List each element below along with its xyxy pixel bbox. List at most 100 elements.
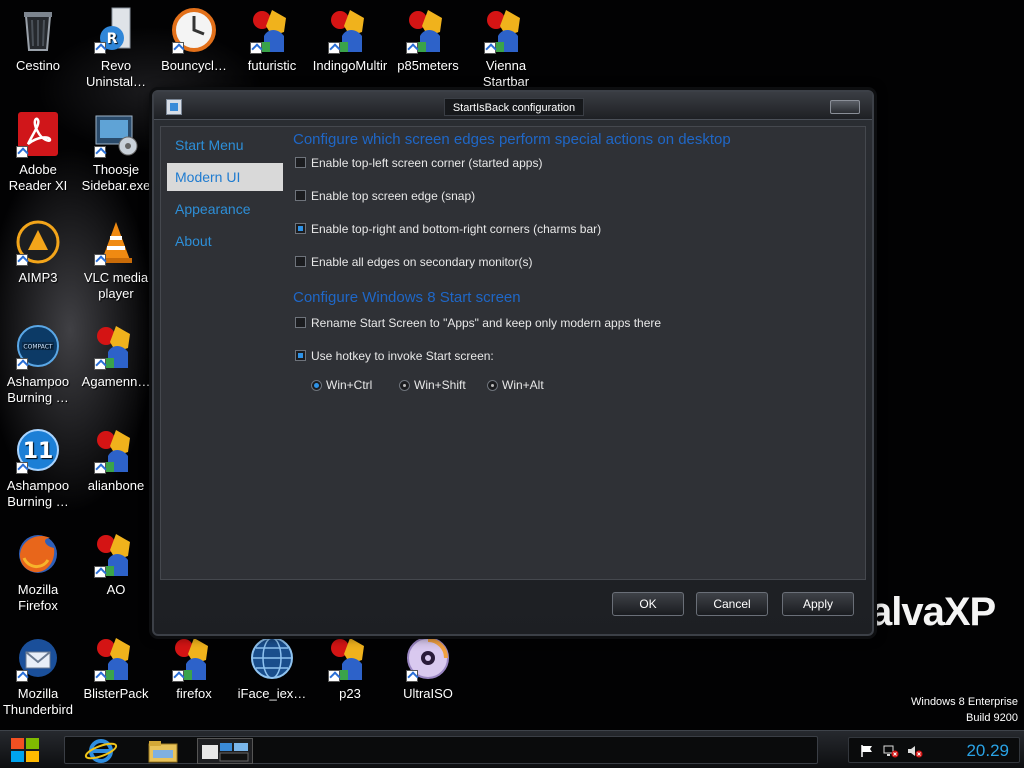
taskbar-apps [64, 736, 818, 764]
option-label: Enable top screen edge (snap) [311, 189, 476, 203]
desktop-icon-aimp3[interactable]: AIMP3 [0, 218, 76, 286]
section-title-start-screen: Configure Windows 8 Start screen [293, 289, 521, 306]
desktop-icon-agamenn[interactable]: Agamenn… [78, 322, 154, 390]
option-label: Rename Start Screen to "Apps" and keep o… [311, 316, 662, 330]
checkbox[interactable] [295, 190, 306, 201]
desktop-icon-label: futuristic [247, 58, 297, 73]
desktop-icon-label: Bouncycl… [161, 58, 227, 73]
cancel-button[interactable]: Cancel [696, 592, 768, 616]
desktop-icon-ashampoo-1[interactable]: COMPACT Ashampoo Burning … [0, 322, 76, 406]
desktop-icon-label: alianbone [87, 478, 145, 493]
svg-text:COMPACT: COMPACT [23, 344, 53, 351]
desktop-icon-label: Adobe Reader XI [8, 162, 68, 193]
start-button[interactable] [8, 735, 42, 765]
option-top-edge-snap[interactable]: Enable top screen edge (snap) [293, 188, 853, 221]
nav-item-appearance[interactable]: Appearance [167, 195, 283, 223]
desktop-icon-label: firefox [176, 686, 212, 701]
clock-icon [170, 6, 218, 54]
option-top-left-corner[interactable]: Enable top-left screen corner (started a… [293, 155, 853, 188]
option-rename-start-screen[interactable]: Rename Start Screen to "Apps" and keep o… [293, 315, 853, 348]
nav-item-start-menu[interactable]: Start Menu [167, 131, 283, 159]
checkbox[interactable] [295, 256, 306, 267]
checkbox[interactable] [295, 317, 306, 328]
desktop-icon-label: Mozilla Thunderbird [2, 686, 74, 717]
startbar-icon [404, 6, 452, 54]
radio-win-ctrl[interactable]: Win+Ctrl [311, 378, 372, 392]
internet-explorer-icon[interactable] [83, 738, 119, 764]
section-title-screen-edges: Configure which screen edges perform spe… [293, 131, 731, 148]
modern-ui-pane: Configure which screen edges perform spe… [293, 129, 853, 398]
nav-item-about[interactable]: About [167, 227, 283, 255]
desktop-icon-label: Revo Uninstal… [86, 58, 146, 89]
desktop-icon-p85meters[interactable]: p85meters [390, 6, 466, 74]
desktop-icon-p23[interactable]: p23 [312, 634, 388, 702]
ok-button[interactable]: OK [612, 592, 684, 616]
desktop-icon-firefox[interactable]: Mozilla Firefox [0, 530, 76, 614]
option-use-hotkey[interactable]: Use hotkey to invoke Start screen: [293, 348, 853, 378]
option-charms-corners[interactable]: Enable top-right and bottom-right corner… [293, 221, 853, 254]
desktop-icon-iface[interactable]: iFace_iex… [234, 634, 310, 702]
checkbox-checked[interactable] [295, 223, 306, 234]
recycle-bin-icon [14, 6, 62, 54]
dialog-title: StartIsBack configuration [444, 98, 584, 116]
option-label: Enable top-left screen corner (started a… [311, 156, 543, 170]
desktop-icon-label: Vienna Startbar [482, 58, 530, 89]
desktop-icon-cestino[interactable]: Cestino [0, 6, 76, 74]
option-secondary-monitors[interactable]: Enable all edges on secondary monitor(s) [293, 254, 853, 287]
startbar-icon [92, 530, 140, 578]
radio-button-selected[interactable] [311, 380, 322, 391]
dialog-button-bar: OK Cancel Apply [160, 586, 866, 628]
flag-icon[interactable] [859, 743, 875, 757]
desktop-icon-bouncycl[interactable]: Bouncycl… [156, 6, 232, 74]
apply-button[interactable]: Apply [782, 592, 854, 616]
radio-win-shift[interactable]: Win+Shift [399, 378, 466, 392]
desktop-icon-indingomultir[interactable]: IndingoMultir [312, 6, 388, 74]
ashampoo-compact-icon: COMPACT [14, 322, 62, 370]
taskbar-clock[interactable]: 20.29 [966, 740, 1009, 762]
thunderbird-icon [14, 634, 62, 682]
checkbox-checked[interactable] [295, 350, 306, 361]
desktop-icon-blisterpack[interactable]: BlisterPack [78, 634, 154, 702]
desktop-icon-label: AIMP3 [18, 270, 58, 285]
startbar-icon [170, 634, 218, 682]
revo-uninstaller-icon: R [92, 6, 140, 54]
desktop-icon-thunderbird[interactable]: Mozilla Thunderbird [0, 634, 76, 718]
desktop-icon-alianbone[interactable]: alianbone [78, 426, 154, 494]
desktop-icon-label: IndingoMultir [312, 58, 388, 73]
network-icon[interactable] [883, 743, 899, 758]
desktop-icon-vienna-startbar[interactable]: Vienna Startbar [468, 6, 544, 90]
desktop-icon-ultraiso[interactable]: UltraISO [390, 634, 466, 702]
startisback-config-icon[interactable] [197, 738, 253, 764]
desktop-icon-label: p23 [339, 686, 361, 701]
dialog-titlebar[interactable]: StartIsBack configuration [154, 92, 872, 120]
desktop-icon-label: Agamenn… [81, 374, 151, 389]
option-label: Enable all edges on secondary monitor(s) [311, 255, 533, 269]
radio-label: Win+Shift [414, 378, 466, 392]
radio-win-alt[interactable]: Win+Alt [487, 378, 544, 392]
desktop-icon-firefox-startbar[interactable]: firefox [156, 634, 232, 702]
desktop-icon-futuristic[interactable]: futuristic [234, 6, 310, 74]
volume-muted-icon[interactable] [907, 743, 923, 758]
desktop-icon-ao[interactable]: AO [78, 530, 154, 598]
close-button[interactable] [830, 100, 860, 114]
nav-item-modern-ui[interactable]: Modern UI [167, 163, 283, 191]
vlc-icon [92, 218, 140, 266]
desktop-icon-vlc[interactable]: VLC media player [78, 218, 154, 302]
hotkey-radio-group: Win+Ctrl Win+Shift Win+Alt [311, 378, 853, 398]
radio-button[interactable] [487, 380, 498, 391]
firefox-icon [14, 530, 62, 578]
desktop-icon-adobe-reader[interactable]: Adobe Reader XI [0, 110, 76, 194]
desktop-icon-revo[interactable]: R Revo Uninstal… [78, 6, 154, 90]
desktop-icon-ashampoo-2[interactable]: 11 Ashampoo Burning … [0, 426, 76, 510]
radio-label: Win+Alt [502, 378, 544, 392]
system-tray: 20.29 [848, 737, 1020, 763]
desktop-icon-thoosje[interactable]: Thoosje Sidebar.exe [78, 110, 154, 194]
desktop-icon-label: VLC media player [83, 270, 149, 301]
desktop-icon-label: Mozilla Firefox [17, 582, 59, 613]
startbar-icon [326, 634, 374, 682]
radio-button[interactable] [399, 380, 410, 391]
startbar-icon [92, 634, 140, 682]
checkbox[interactable] [295, 157, 306, 168]
file-explorer-icon[interactable] [145, 738, 181, 764]
adobe-reader-icon [14, 110, 62, 158]
